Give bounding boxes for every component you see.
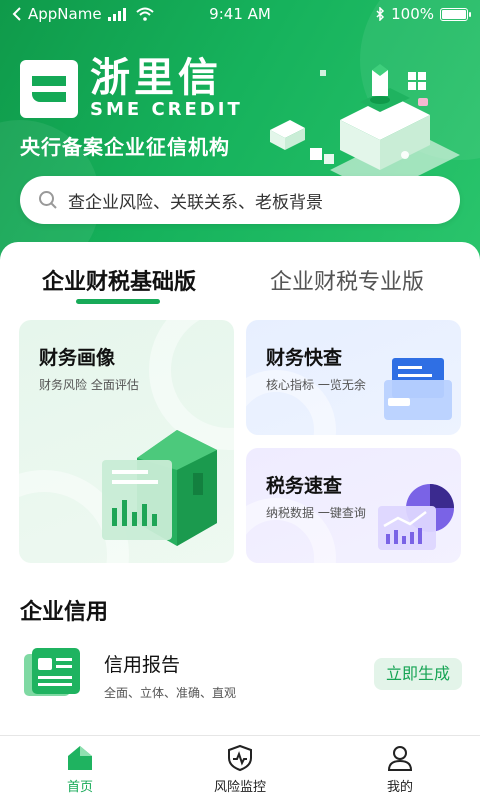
main-content: 企业财税基础版 企业财税专业版 财务画像 财务风险 全面评估 财务快查 核心指标… <box>0 242 480 735</box>
tabbar-item-home[interactable]: 首页 <box>20 736 140 800</box>
product-tabs: 企业财税基础版 企业财税专业版 <box>0 264 480 314</box>
finance-portrait-illustration <box>102 430 217 546</box>
brand-tagline: 央行备案企业征信机构 <box>20 135 230 159</box>
card-subtitle: 纳税数据 一键查询 <box>266 506 366 520</box>
wifi-icon <box>135 7 154 21</box>
brand-name-cn: 浙里信 <box>90 55 222 101</box>
user-icon <box>387 746 413 771</box>
brand-logo: 浙里信 SME CREDIT <box>20 58 243 120</box>
tabbar-label: 风险监控 <box>213 780 266 795</box>
card-finance-portrait[interactable]: 财务画像 财务风险 全面评估 <box>19 320 234 563</box>
tab-professional[interactable]: 企业财税专业版 <box>270 264 424 296</box>
chart-illustration <box>378 484 454 550</box>
tabbar-item-profile[interactable]: 我的 <box>340 736 460 800</box>
back-chevron-icon[interactable] <box>12 7 22 21</box>
credit-report-title: 信用报告 <box>104 654 181 676</box>
status-bar: AppName 9:41 AM 100% <box>0 0 480 28</box>
credit-report-icon <box>24 648 80 696</box>
bluetooth-icon <box>376 7 385 21</box>
tabbar-label: 我的 <box>386 780 413 795</box>
building-illustration <box>270 64 460 180</box>
home-icon <box>68 746 92 770</box>
battery-percent: 100% <box>391 5 434 23</box>
card-subtitle: 核心指标 一览无余 <box>266 378 366 392</box>
search-bar[interactable]: 查企业风险、关联关系、老板背景 <box>20 176 460 224</box>
shield-pulse-icon <box>228 744 252 772</box>
tabbar-label: 首页 <box>66 780 93 795</box>
credit-report-item[interactable]: 信用报告 全面、立体、准确、直观 立即生成 <box>0 642 480 712</box>
card-title: 税务速查 <box>266 475 343 497</box>
tab-basic[interactable]: 企业财税基础版 <box>42 264 196 296</box>
card-title: 财务快查 <box>266 347 343 369</box>
brand-name-en: SME CREDIT <box>90 99 243 120</box>
generate-now-button[interactable]: 立即生成 <box>374 658 462 690</box>
carrier-label: AppName <box>28 5 102 23</box>
card-tax-quick[interactable]: 税务速查 纳税数据 一键查询 <box>246 448 461 563</box>
tabbar-item-risk-monitor[interactable]: 风险监控 <box>180 736 300 800</box>
card-finance-quick[interactable]: 财务快查 核心指标 一览无余 <box>246 320 461 435</box>
search-icon <box>39 191 57 209</box>
credit-report-subtitle: 全面、立体、准确、直观 <box>104 686 237 700</box>
section-title-enterprise-credit: 企业信用 <box>20 600 109 625</box>
battery-icon <box>440 7 471 21</box>
signal-icon <box>107 8 126 21</box>
card-subtitle: 财务风险 全面评估 <box>39 378 139 392</box>
logo-mark-icon <box>20 60 78 118</box>
bottom-tab-bar: 首页 风险监控 我的 <box>0 735 480 800</box>
active-tab-indicator <box>76 299 160 304</box>
status-time: 9:41 AM <box>209 5 271 23</box>
header-banner: AppName 9:41 AM 100% 浙里信 SME CREDIT 央行备案… <box>0 0 480 270</box>
card-title: 财务画像 <box>39 347 116 369</box>
folder-illustration <box>384 358 452 420</box>
search-placeholder: 查企业风险、关联关系、老板背景 <box>68 192 323 213</box>
